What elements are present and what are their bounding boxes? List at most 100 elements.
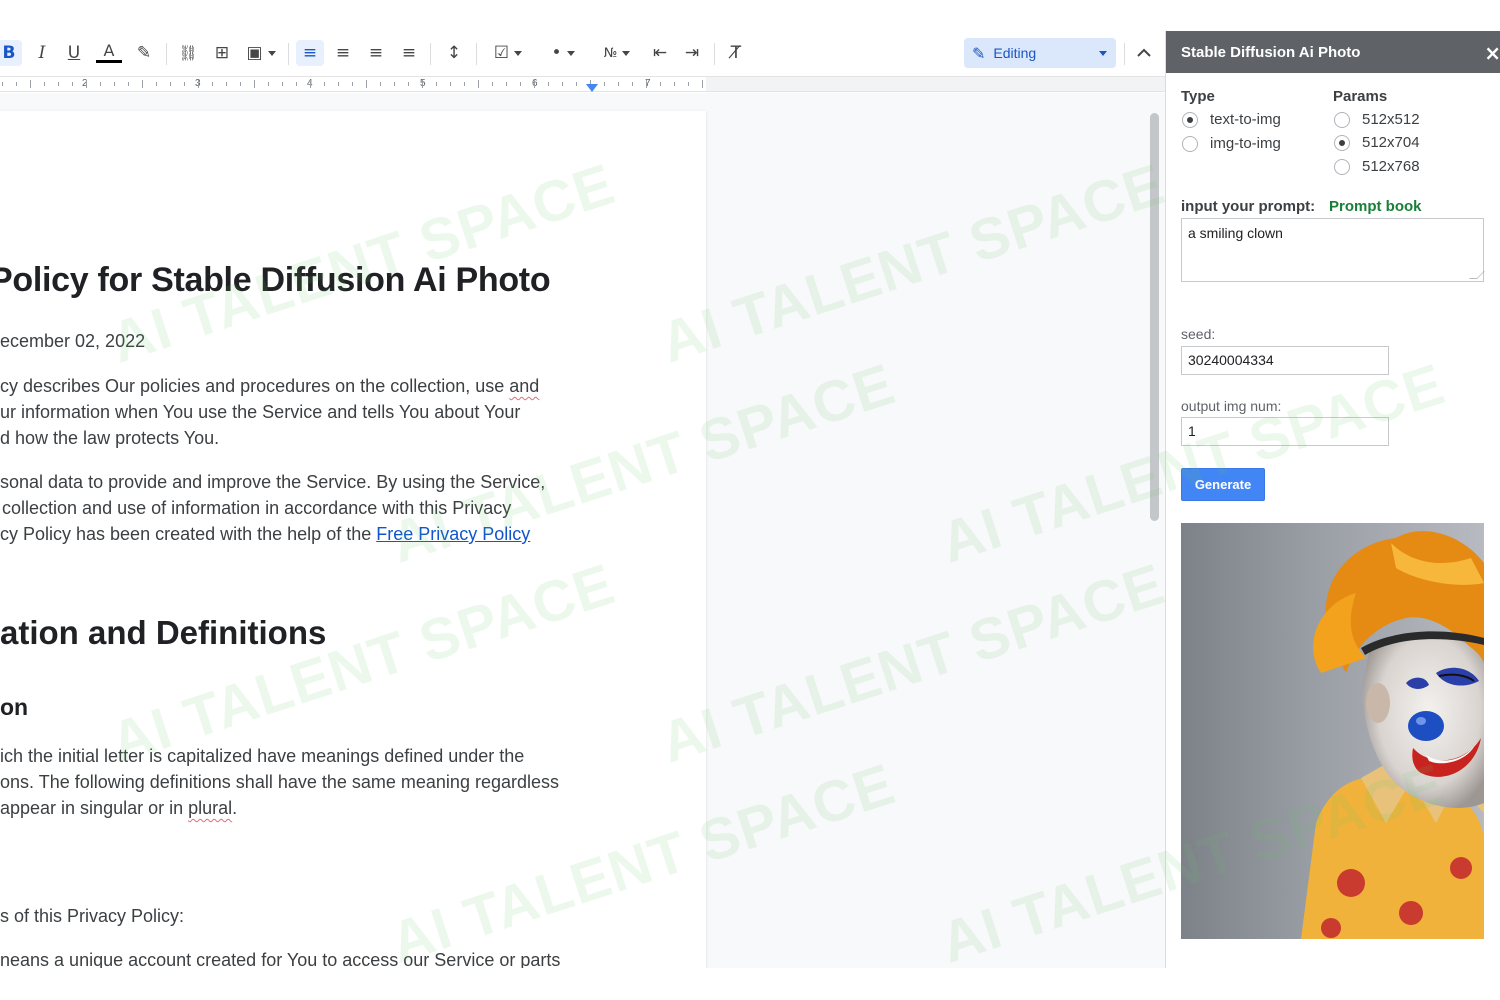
align-left-button[interactable]: ≡ <box>296 40 324 66</box>
ruler-tick <box>198 80 199 88</box>
align-center-icon: ≡ <box>335 42 351 63</box>
seed-input[interactable]: 30240004334 <box>1181 346 1389 375</box>
horizontal-ruler[interactable]: 2 3 4 5 6 7 <box>0 76 1165 92</box>
ruler-tick <box>576 82 577 86</box>
resize-handle[interactable] <box>1469 271 1485 279</box>
radio-label: text-to-img <box>1210 111 1281 128</box>
ruler-tick <box>44 82 45 86</box>
ruler-tick <box>226 82 227 86</box>
align-justify-icon: ≡ <box>401 42 417 63</box>
document-canvas[interactable]: Policy for Stable Diffusion Ai Photo ece… <box>0 93 1165 968</box>
ruler-tick <box>478 80 479 88</box>
params-option-512x512[interactable]: 512x512 <box>1334 111 1420 128</box>
document-page[interactable]: Policy for Stable Diffusion Ai Photo ece… <box>0 111 706 968</box>
underline-button[interactable]: U <box>62 40 86 66</box>
panel-title: Stable Diffusion Ai Photo <box>1181 43 1361 61</box>
radio-label: 512x768 <box>1362 158 1420 175</box>
stable-diffusion-panel: Stable Diffusion Ai Photo × Type text-to… <box>1165 31 1500 968</box>
ruler-tick <box>464 82 465 86</box>
paragraph-line: appear in singular or in plural. <box>0 795 237 821</box>
radio-button[interactable] <box>1334 111 1350 128</box>
chevron-down-icon <box>267 50 276 56</box>
chevron-down-icon <box>1099 51 1107 56</box>
bulleted-list-icon: • <box>551 42 562 63</box>
output-num-value: 1 <box>1188 423 1196 439</box>
ruler-tick <box>604 82 605 86</box>
ruler-tick <box>520 82 521 86</box>
insert-image-button[interactable]: ▣ <box>242 40 280 66</box>
type-option-text-to-img[interactable]: text-to-img <box>1182 111 1281 128</box>
ruler-tick <box>688 82 689 86</box>
type-label: Type <box>1181 88 1215 105</box>
ruler-tick <box>366 80 367 88</box>
generated-image[interactable] <box>1181 523 1484 939</box>
decrease-indent-button[interactable]: ⇤ <box>647 40 673 66</box>
increase-indent-icon: ⇥ <box>684 42 700 63</box>
close-icon[interactable]: × <box>1484 41 1500 65</box>
effective-date: ecember 02, 2022 <box>0 331 146 351</box>
params-option-512x768[interactable]: 512x768 <box>1334 158 1420 175</box>
radio-button[interactable] <box>1182 111 1198 128</box>
ruler-tick <box>184 82 185 86</box>
bold-icon: B <box>2 42 16 63</box>
editing-mode-label: Editing <box>993 45 1037 61</box>
paragraph-line: cy describes Our policies and procedures… <box>0 373 539 399</box>
ruler-tick <box>142 80 143 88</box>
pencil-icon: ✎ <box>972 43 986 63</box>
free-privacy-policy-link[interactable]: Free Privacy Policy <box>376 524 530 544</box>
paragraph-text: appear in singular or in <box>0 798 189 818</box>
generate-button[interactable]: Generate <box>1181 468 1265 501</box>
numbered-list-button[interactable]: № <box>594 40 640 66</box>
paragraph-line: neans a unique account created for You t… <box>0 950 561 968</box>
toolbar-divider <box>166 43 167 65</box>
document-scrollbar[interactable] <box>1150 113 1159 521</box>
ruler-tick <box>30 80 31 88</box>
align-center-button[interactable]: ≡ <box>330 40 356 66</box>
output-num-input[interactable]: 1 <box>1181 417 1389 446</box>
checklist-button[interactable]: ☑ <box>486 40 530 66</box>
bold-button[interactable]: B <box>0 40 22 66</box>
prompt-book-link[interactable]: Prompt book <box>1329 198 1422 215</box>
paragraph-line: ich the initial letter is capitalized ha… <box>0 746 525 766</box>
italic-icon: I <box>38 42 46 63</box>
radio-button[interactable] <box>1334 134 1350 151</box>
ruler-tick <box>100 82 101 86</box>
highlight-button[interactable]: ✎ <box>132 40 156 66</box>
ruler-tick <box>114 82 115 86</box>
editing-mode-dropdown[interactable]: ✎ Editing <box>964 38 1116 68</box>
ruler-tick <box>296 82 297 86</box>
params-option-512x704[interactable]: 512x704 <box>1334 134 1420 151</box>
prompt-input[interactable]: a smiling clown <box>1181 218 1485 282</box>
radio-button[interactable] <box>1182 135 1198 152</box>
toolbar-divider <box>476 43 477 65</box>
text-color-button[interactable]: A <box>95 40 123 66</box>
paragraph-text: cy Policy has been created with the help… <box>0 524 377 544</box>
toolbar-divider <box>288 43 289 65</box>
ruler-tick <box>310 80 311 88</box>
prompt-value: a smiling clown <box>1188 225 1283 241</box>
hide-menus-button[interactable] <box>1134 42 1154 64</box>
spelling-suggestion[interactable]: and <box>509 376 539 396</box>
paragraph-line: collection and use of information in acc… <box>2 498 512 518</box>
increase-indent-button[interactable]: ⇥ <box>679 40 705 66</box>
bulleted-list-button[interactable]: • <box>540 40 586 66</box>
image-icon: ▣ <box>246 42 263 63</box>
type-option-img-to-img[interactable]: img-to-img <box>1182 135 1281 152</box>
clear-formatting-button[interactable]: T̸ <box>723 40 749 66</box>
right-indent-marker[interactable] <box>586 84 598 92</box>
align-right-button[interactable]: ≡ <box>363 40 389 66</box>
spelling-suggestion[interactable]: plural <box>188 798 232 818</box>
align-justify-button[interactable]: ≡ <box>396 40 422 66</box>
prompt-label: input your prompt: <box>1181 198 1316 215</box>
add-comment-button[interactable]: ⊞ <box>209 40 235 66</box>
insert-link-button[interactable]: ⛓ <box>175 40 201 66</box>
toolbar-divider <box>430 43 431 65</box>
chevron-up-icon <box>1137 48 1151 57</box>
toolbar-divider <box>1124 43 1125 65</box>
line-spacing-button[interactable]: ↕ <box>440 40 468 66</box>
italic-button[interactable]: I <box>30 40 54 66</box>
radio-button[interactable] <box>1334 158 1350 175</box>
paragraph-line: ons. The following definitions shall hav… <box>0 772 559 792</box>
paragraph-line: s of this Privacy Policy: <box>0 906 185 926</box>
clear-formatting-icon: T̸ <box>730 42 742 63</box>
